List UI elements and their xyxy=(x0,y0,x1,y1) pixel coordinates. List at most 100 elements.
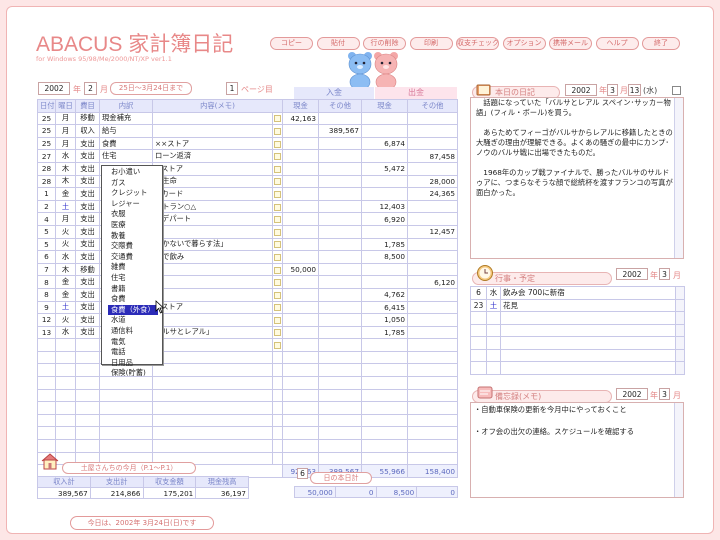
ledger-cell-wd[interactable]: 水 xyxy=(55,325,76,340)
ledger-cell-o2[interactable] xyxy=(407,287,459,302)
ledger-cell-o2[interactable] xyxy=(407,401,459,415)
schedule-cell-day[interactable]: 6 xyxy=(470,286,487,300)
ledger-cell-memo[interactable] xyxy=(152,439,273,453)
ledger-cell-memo[interactable]: 部 xyxy=(152,313,273,327)
ledger-cell-o1[interactable] xyxy=(318,350,363,365)
ledger-cell-cat[interactable] xyxy=(99,388,153,403)
ledger-cell-wd[interactable]: 月 xyxy=(55,111,76,126)
toolbar-button-2[interactable]: 行の削除 xyxy=(363,37,406,50)
ledger-cell-o2[interactable] xyxy=(407,451,459,466)
ledger-cell-c1[interactable] xyxy=(282,388,320,403)
ledger-cell-wd[interactable]: 水 xyxy=(55,250,76,264)
ledger-cell-memo[interactable]: ローン返済 xyxy=(152,149,273,163)
ledger-cell-type[interactable] xyxy=(75,388,100,403)
ledger-cell-o2[interactable] xyxy=(407,413,459,428)
ledger-cell-c1[interactable] xyxy=(282,300,320,315)
schedule-cell-wd[interactable] xyxy=(486,336,501,350)
ledger-cell-o2[interactable] xyxy=(407,111,459,126)
ledger-cell-c1[interactable] xyxy=(282,136,320,151)
ledger-cell-o2[interactable] xyxy=(407,313,459,327)
ledger-cell-cat[interactable] xyxy=(99,401,153,415)
schedule-scrollbar[interactable] xyxy=(675,361,685,375)
memo-month-field[interactable]: 3 xyxy=(659,388,670,400)
ledger-cell-chk[interactable] xyxy=(271,187,284,201)
ledger-cell-chk[interactable] xyxy=(271,401,284,415)
ledger-cell-type[interactable]: 移動 xyxy=(75,111,100,126)
ledger-cell-type[interactable]: 支出 xyxy=(75,161,100,176)
ledger-cell-chk[interactable] xyxy=(271,212,284,226)
ledger-cell-o1[interactable] xyxy=(318,136,363,151)
schedule-cell-text[interactable] xyxy=(500,348,676,362)
ledger-cell-chk[interactable] xyxy=(271,363,284,378)
ledger-cell-wd[interactable]: 木 xyxy=(55,174,76,189)
ledger-cell-memo[interactable] xyxy=(152,388,273,403)
ledger-cell-wd[interactable]: 火 xyxy=(55,224,76,239)
ledger-cell-o1[interactable] xyxy=(318,161,363,176)
ledger-cell-wd[interactable] xyxy=(55,388,76,403)
ledger-cell-chk[interactable] xyxy=(271,338,284,352)
ledger-cell-memo[interactable]: 宿で飲み xyxy=(152,250,273,264)
diary-month-field[interactable]: 3 xyxy=(607,84,618,96)
ledger-cell-type[interactable]: 支出 xyxy=(75,287,100,302)
dropdown-item[interactable]: 教養 xyxy=(111,231,162,242)
ledger-cell-day[interactable]: 4 xyxy=(37,212,56,226)
dropdown-item[interactable]: 交通費 xyxy=(111,252,162,263)
schedule-cell-text[interactable] xyxy=(500,311,676,325)
row-checkbox[interactable] xyxy=(274,203,281,211)
ledger-cell-chk[interactable] xyxy=(271,451,284,466)
ledger-cell-day[interactable] xyxy=(37,413,56,428)
schedule-row[interactable] xyxy=(470,361,685,375)
ledger-cell-c1[interactable]: 50,000 xyxy=(282,262,320,277)
ledger-cell-day[interactable]: 5 xyxy=(37,237,56,252)
schedule-cell-text[interactable] xyxy=(500,361,676,375)
ledger-cell-type[interactable] xyxy=(75,426,100,441)
ledger-cell-day[interactable]: 2 xyxy=(37,199,56,214)
ledger-cell-chk[interactable] xyxy=(271,287,284,302)
dropdown-item[interactable]: 医療 xyxy=(111,220,162,231)
ledger-cell-memo[interactable]: ×ストア xyxy=(152,300,273,315)
dropdown-item[interactable]: 日用品 xyxy=(111,358,162,369)
ledger-cell-memo[interactable] xyxy=(152,124,273,138)
ledger-cell-cat[interactable]: 食費 xyxy=(99,136,153,151)
ledger-cell-memo[interactable] xyxy=(152,376,273,390)
ledger-cell-type[interactable]: 支出 xyxy=(75,325,100,340)
ledger-cell-type[interactable]: 支出 xyxy=(75,149,100,163)
ledger-cell-c2[interactable] xyxy=(361,187,409,201)
row-checkbox[interactable] xyxy=(274,115,281,123)
ledger-cell-o2[interactable] xyxy=(407,124,459,138)
diary-scrollbar[interactable] xyxy=(674,98,683,258)
row-checkbox[interactable] xyxy=(274,279,281,287)
ledger-cell-c1[interactable] xyxy=(282,338,320,352)
dropdown-item[interactable]: 書籍 xyxy=(111,284,162,295)
ledger-cell-wd[interactable] xyxy=(55,439,76,453)
memo-text[interactable]: ・自動車保険の更新を今月中にやっておくこと ・オフ会の出欠の連絡。スケジュールを確… xyxy=(474,404,670,448)
ledger-cell-c2[interactable] xyxy=(361,401,409,415)
schedule-month-field[interactable]: 3 xyxy=(659,268,670,280)
ledger-cell-day[interactable]: 8 xyxy=(37,275,56,289)
ledger-cell-wd[interactable] xyxy=(55,426,76,441)
ledger-cell-chk[interactable] xyxy=(271,161,284,176)
diary-day-field[interactable]: 13 xyxy=(628,84,641,96)
row-checkbox[interactable] xyxy=(274,329,281,337)
ledger-cell-day[interactable]: 6 xyxy=(37,250,56,264)
ledger-cell-c1[interactable] xyxy=(282,313,320,327)
ledger-cell-o2[interactable]: 28,000 xyxy=(407,174,459,189)
ledger-cell-memo[interactable]: 口生命 xyxy=(152,174,273,189)
ledger-cell-cat[interactable]: 現金補充 xyxy=(99,111,153,126)
ledger-cell-c2[interactable]: 1,050 xyxy=(361,313,409,327)
ledger-cell-o1[interactable] xyxy=(318,363,363,378)
ledger-cell-o1[interactable] xyxy=(318,313,363,327)
ledger-cell-chk[interactable] xyxy=(271,136,284,151)
ledger-cell-day[interactable] xyxy=(37,426,56,441)
dropdown-item[interactable]: 電話 xyxy=(111,347,162,358)
ledger-cell-c1[interactable] xyxy=(282,124,320,138)
row-checkbox[interactable] xyxy=(274,165,281,173)
row-checkbox[interactable] xyxy=(274,127,281,135)
dropdown-item[interactable]: クレジット xyxy=(111,188,162,199)
schedule-scrollbar[interactable] xyxy=(675,323,685,337)
ledger-cell-wd[interactable]: 月 xyxy=(55,124,76,138)
ledger-cell-cat[interactable] xyxy=(99,426,153,441)
ledger-row[interactable] xyxy=(37,376,459,390)
ledger-cell-wd[interactable]: 月 xyxy=(55,212,76,226)
ledger-row[interactable] xyxy=(37,426,459,441)
